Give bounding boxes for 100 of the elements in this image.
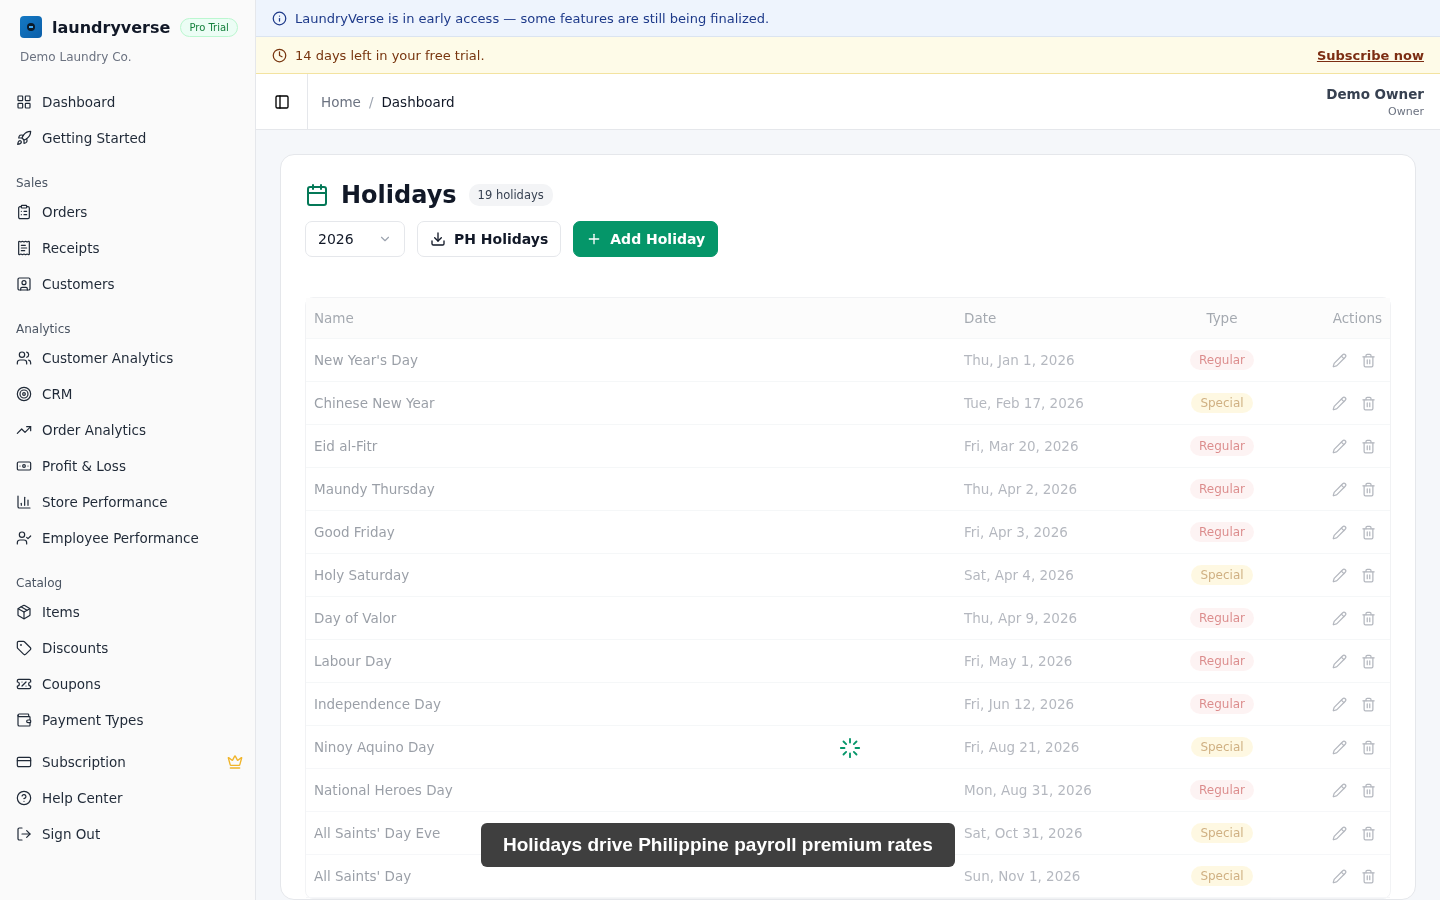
- type-tag: Regular: [1190, 694, 1254, 714]
- section-heading: Catalog: [16, 576, 64, 590]
- credit-card-icon: [16, 754, 32, 770]
- subscribe-link[interactable]: Subscribe now: [1316, 47, 1424, 63]
- banner-text: LaundryVerse is in early access — some features are still being finalized.: [295, 10, 770, 26]
- clock-icon: [272, 47, 287, 63]
- delete-icon[interactable]: [1361, 524, 1376, 540]
- delete-icon[interactable]: [1361, 610, 1376, 626]
- edit-icon[interactable]: [1332, 524, 1347, 540]
- year-select[interactable]: 2026: [305, 221, 405, 257]
- sidebar-item[interactable]: Payment Types: [16, 702, 243, 738]
- column-header: Type: [1205, 310, 1239, 326]
- edit-icon[interactable]: [1332, 653, 1347, 669]
- import-button[interactable]: PH Holidays: [417, 221, 562, 257]
- sidebar-item[interactable]: Store Performance: [16, 484, 243, 520]
- toast-message: Holidays drive Philippine payroll premium rates: [481, 823, 955, 867]
- sidebar-item[interactable]: Employee Performance: [16, 520, 243, 556]
- holiday-date: Fri, Apr 3, 2026: [963, 524, 1069, 540]
- sidebar-item[interactable]: Customers: [16, 266, 243, 302]
- section-heading: Analytics: [16, 322, 72, 336]
- help-icon: [16, 790, 32, 806]
- delete-icon[interactable]: [1361, 868, 1376, 884]
- sidebar-item[interactable]: Sign Out: [16, 816, 243, 852]
- edit-icon[interactable]: [1332, 352, 1347, 368]
- breadcrumb-link[interactable]: Dashboard: [381, 93, 455, 110]
- edit-icon[interactable]: [1332, 438, 1347, 454]
- edit-icon[interactable]: [1332, 739, 1347, 755]
- sidebar-item[interactable]: Coupons: [16, 666, 243, 702]
- holiday-date: Fri, Aug 21, 2026: [963, 739, 1081, 755]
- type-tag: Special: [1191, 866, 1253, 886]
- type-tag: Special: [1191, 565, 1253, 585]
- delete-icon[interactable]: [1361, 567, 1376, 583]
- sidebar-item[interactable]: Items: [16, 594, 243, 630]
- sidebar-item[interactable]: Getting Started: [16, 120, 243, 156]
- user-check-icon: [16, 530, 32, 546]
- ticket-icon: [16, 676, 32, 692]
- delete-icon[interactable]: [1361, 825, 1376, 841]
- holiday-name: All Saints' Day Eve: [314, 825, 442, 841]
- user-role: Owner: [1388, 104, 1424, 118]
- add-holiday-button[interactable]: Add Holiday: [573, 221, 719, 257]
- sidebar-item[interactable]: Subscription: [16, 744, 243, 780]
- column-header: Date: [963, 310, 998, 326]
- delete-icon[interactable]: [1361, 438, 1376, 454]
- delete-icon[interactable]: [1361, 481, 1376, 497]
- rocket-icon: [16, 130, 32, 146]
- sidebar-item[interactable]: Receipts: [16, 230, 243, 266]
- sidebar-item[interactable]: Profit & Loss: [16, 448, 243, 484]
- receipt-icon: [16, 240, 32, 256]
- sidebar-item[interactable]: Orders: [16, 194, 243, 230]
- edit-icon[interactable]: [1332, 696, 1347, 712]
- sidebar-item[interactable]: Help Center: [16, 780, 243, 816]
- brand-name: laundryverse: [52, 17, 171, 37]
- holiday-name: Independence Day: [314, 696, 442, 712]
- dashboard-grid-icon: [16, 94, 32, 110]
- contact-card-icon: [16, 276, 32, 292]
- holiday-name: All Saints' Day: [314, 868, 413, 884]
- edit-icon[interactable]: [1332, 395, 1347, 411]
- delete-icon[interactable]: [1361, 352, 1376, 368]
- holiday-date: Sun, Nov 1, 2026: [963, 868, 1082, 884]
- holiday-date: Fri, Jun 12, 2026: [963, 696, 1076, 712]
- sidebar-item[interactable]: Order Analytics: [16, 412, 243, 448]
- breadcrumb-link[interactable]: Home: [321, 93, 361, 110]
- delete-icon[interactable]: [1361, 739, 1376, 755]
- package-icon: [16, 604, 32, 620]
- edit-icon[interactable]: [1332, 782, 1347, 798]
- edit-icon[interactable]: [1332, 610, 1347, 626]
- edit-icon[interactable]: [1332, 825, 1347, 841]
- edit-icon[interactable]: [1332, 567, 1347, 583]
- download-icon: [430, 231, 446, 247]
- sidebar-item[interactable]: CRM: [16, 376, 243, 412]
- sidebar-item[interactable]: Dashboard: [16, 84, 243, 120]
- banknote-icon: [16, 458, 32, 474]
- holiday-name: Maundy Thursday: [314, 481, 436, 497]
- delete-icon[interactable]: [1361, 782, 1376, 798]
- plan-badge: Pro Trial: [180, 17, 238, 37]
- users-icon: [16, 350, 32, 366]
- logo-icon: [20, 16, 42, 38]
- type-tag: Regular: [1190, 608, 1254, 628]
- type-tag: Regular: [1190, 350, 1254, 370]
- company-name: Demo Laundry Co.: [20, 50, 133, 64]
- holiday-name: National Heroes Day: [314, 782, 454, 798]
- wallet-icon: [16, 712, 32, 728]
- holiday-date: Sat, Oct 31, 2026: [963, 825, 1084, 841]
- edit-icon[interactable]: [1332, 868, 1347, 884]
- holiday-name: Labour Day: [314, 653, 393, 669]
- trial-text: 14 days left in your free trial.: [295, 47, 485, 63]
- holiday-name: Chinese New Year: [314, 395, 436, 411]
- type-tag: Special: [1191, 823, 1253, 843]
- column-header: Name: [314, 310, 355, 326]
- delete-icon[interactable]: [1361, 696, 1376, 712]
- holiday-date: Thu, Apr 9, 2026: [963, 610, 1079, 626]
- holiday-name: Eid al-Fitr: [314, 438, 379, 454]
- delete-icon[interactable]: [1361, 395, 1376, 411]
- holiday-date: Mon, Aug 31, 2026: [963, 782, 1093, 798]
- sidebar-item[interactable]: Customer Analytics: [16, 340, 243, 376]
- sidebar-item[interactable]: Discounts: [16, 630, 243, 666]
- edit-icon[interactable]: [1332, 481, 1347, 497]
- holiday-date: Thu, Jan 1, 2026: [963, 352, 1076, 368]
- delete-icon[interactable]: [1361, 653, 1376, 669]
- info-icon: [272, 10, 287, 26]
